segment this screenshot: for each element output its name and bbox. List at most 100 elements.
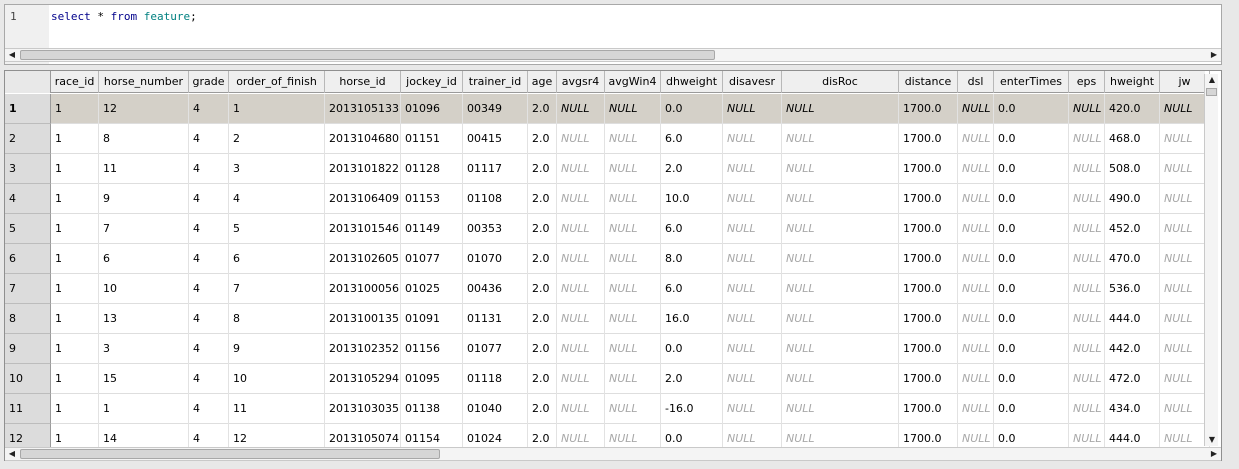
column-header-horse-id[interactable]: horse_id	[325, 71, 401, 93]
table-cell[interactable]: NULL	[557, 364, 605, 394]
table-cell[interactable]: 01117	[463, 154, 528, 184]
table-cell[interactable]: 00415	[463, 124, 528, 154]
table-row[interactable]: 5 1 7 4 5 2013101546 01149 00353 2.0 NULL NULL 6.0 N…	[5, 214, 1210, 244]
table-cell[interactable]: 2.0	[528, 124, 557, 154]
table-cell[interactable]: 2.0	[528, 274, 557, 304]
results-grid[interactable]: race_id horse_number grade order_of_finish h…	[4, 70, 1222, 461]
table-row[interactable]: 11 1 1 4 11 2013103035 01138 01040 2.0 NULL NULL -1…	[5, 394, 1210, 424]
table-cell[interactable]: 1700.0	[899, 394, 958, 424]
table-cell[interactable]: 4	[189, 394, 229, 424]
table-cell[interactable]: 2.0	[528, 214, 557, 244]
column-header-jockey-id[interactable]: jockey_id	[401, 71, 463, 93]
row-number[interactable]: 11	[5, 394, 51, 424]
row-number[interactable]: 6	[5, 244, 51, 274]
row-number[interactable]: 1	[5, 94, 51, 124]
table-cell[interactable]: 2.0	[528, 184, 557, 214]
table-cell[interactable]: NULL	[1160, 394, 1210, 424]
table-cell[interactable]: 1	[51, 244, 99, 274]
scroll-right-icon[interactable]: ▶	[1207, 49, 1221, 61]
table-cell[interactable]: 01077	[401, 244, 463, 274]
table-cell[interactable]: NULL	[782, 124, 899, 154]
table-cell[interactable]: 10	[99, 274, 189, 304]
table-cell[interactable]: 3	[99, 334, 189, 364]
table-cell[interactable]: 10.0	[661, 184, 723, 214]
table-cell[interactable]: 01096	[401, 94, 463, 124]
table-cell[interactable]: 01091	[401, 304, 463, 334]
table-cell[interactable]: NULL	[605, 124, 661, 154]
table-cell[interactable]: NULL	[605, 244, 661, 274]
row-number[interactable]: 9	[5, 334, 51, 364]
column-header-hweight[interactable]: hweight	[1105, 71, 1160, 93]
table-cell[interactable]: NULL	[1160, 304, 1210, 334]
table-cell[interactable]: 2013102352	[325, 334, 401, 364]
table-cell[interactable]: 468.0	[1105, 124, 1160, 154]
table-cell[interactable]: 4	[189, 214, 229, 244]
table-cell[interactable]: NULL	[605, 304, 661, 334]
table-cell[interactable]: 01095	[401, 364, 463, 394]
table-cell[interactable]: 1	[51, 184, 99, 214]
table-cell[interactable]: 1	[51, 274, 99, 304]
table-row[interactable]: 7 1 10 4 7 2013100056 01025 00436 2.0 NULL NULL 6.0…	[5, 274, 1210, 304]
table-cell[interactable]: 1700.0	[899, 244, 958, 274]
column-header-grade[interactable]: grade	[189, 71, 229, 93]
table-cell[interactable]: 2013105294	[325, 364, 401, 394]
table-cell[interactable]: 4	[229, 184, 325, 214]
table-cell[interactable]: 01156	[401, 334, 463, 364]
table-cell[interactable]: 7	[229, 274, 325, 304]
table-row[interactable]: 2 1 8 4 2 2013104680 01151 00415 2.0 NULL NULL 6.0 N…	[5, 124, 1210, 154]
table-cell[interactable]: 2.0	[528, 304, 557, 334]
table-cell[interactable]: 16.0	[661, 304, 723, 334]
table-cell[interactable]: 4	[189, 304, 229, 334]
table-cell[interactable]: NULL	[958, 154, 994, 184]
query-text[interactable]: select * from feature;	[51, 10, 197, 23]
row-number[interactable]: 5	[5, 214, 51, 244]
table-cell[interactable]: NULL	[1160, 364, 1210, 394]
table-cell[interactable]: 2.0	[661, 364, 723, 394]
table-cell[interactable]: 4	[189, 154, 229, 184]
table-cell[interactable]: 4	[189, 124, 229, 154]
column-header-dsl[interactable]: dsl	[958, 71, 994, 93]
table-cell[interactable]: 536.0	[1105, 274, 1160, 304]
table-cell[interactable]: NULL	[605, 334, 661, 364]
table-cell[interactable]: NULL	[1160, 244, 1210, 274]
table-cell[interactable]: NULL	[557, 394, 605, 424]
table-cell[interactable]: 1700.0	[899, 124, 958, 154]
table-cell[interactable]: 01070	[463, 244, 528, 274]
column-header-dhweight[interactable]: dhweight	[661, 71, 723, 93]
table-cell[interactable]: 490.0	[1105, 184, 1160, 214]
table-cell[interactable]: NULL	[557, 274, 605, 304]
table-cell[interactable]: NULL	[782, 184, 899, 214]
column-header-avgsr4[interactable]: avgsr4	[557, 71, 605, 93]
table-cell[interactable]: 3	[229, 154, 325, 184]
column-header-age[interactable]: age	[528, 71, 557, 93]
table-cell[interactable]: 1	[51, 154, 99, 184]
table-cell[interactable]: 2.0	[528, 334, 557, 364]
table-cell[interactable]: 2013100135	[325, 304, 401, 334]
table-cell[interactable]: 6	[229, 244, 325, 274]
row-number[interactable]: 3	[5, 154, 51, 184]
scroll-down-icon[interactable]: ▼	[1205, 434, 1219, 446]
column-header-order-of-finish[interactable]: order_of_finish	[229, 71, 325, 93]
table-cell[interactable]: 0.0	[994, 394, 1069, 424]
grid-hscroll-thumb[interactable]	[20, 449, 440, 459]
table-cell[interactable]: 01118	[463, 364, 528, 394]
row-number[interactable]: 7	[5, 274, 51, 304]
table-cell[interactable]: NULL	[782, 94, 899, 124]
table-row[interactable]: 10 1 15 4 10 2013105294 01095 01118 2.0 NULL NULL 2…	[5, 364, 1210, 394]
column-header-jw[interactable]: jw	[1160, 71, 1210, 93]
table-cell[interactable]: 01131	[463, 304, 528, 334]
table-cell[interactable]: NULL	[557, 334, 605, 364]
table-cell[interactable]: 01151	[401, 124, 463, 154]
table-cell[interactable]: 1700.0	[899, 184, 958, 214]
table-cell[interactable]: 2013101546	[325, 214, 401, 244]
table-cell[interactable]: NULL	[605, 364, 661, 394]
table-cell[interactable]: 452.0	[1105, 214, 1160, 244]
table-cell[interactable]: 9	[229, 334, 325, 364]
column-header-entertimes[interactable]: enterTimes	[994, 71, 1069, 93]
scroll-right-icon[interactable]: ▶	[1207, 448, 1221, 460]
table-cell[interactable]: NULL	[557, 184, 605, 214]
table-cell[interactable]: NULL	[723, 334, 782, 364]
table-cell[interactable]: 1	[229, 94, 325, 124]
table-cell[interactable]: 2013100056	[325, 274, 401, 304]
table-cell[interactable]: NULL	[1069, 244, 1105, 274]
